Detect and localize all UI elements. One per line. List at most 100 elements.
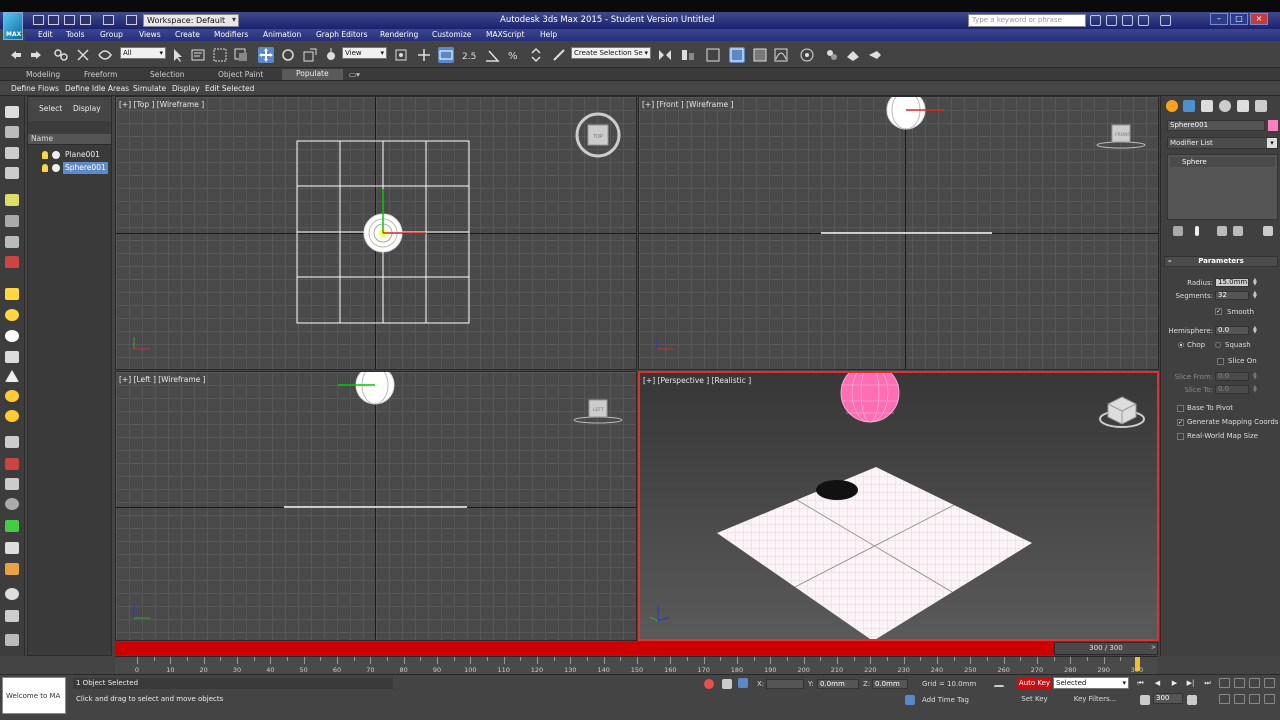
communication-icon[interactable] — [1122, 15, 1133, 26]
time-configuration-icon[interactable] — [1187, 695, 1197, 705]
unlink-icon[interactable] — [75, 47, 91, 63]
explorer-tab-select[interactable]: Select — [39, 104, 62, 113]
smooth-checkbox[interactable]: ✓ — [1215, 308, 1222, 315]
key-mode-toggle-icon[interactable] — [1140, 695, 1150, 705]
link-icon[interactable] — [53, 47, 69, 63]
hemisphere-spinner[interactable]: ▲ ▼ — [1253, 326, 1258, 335]
select-object-icon[interactable] — [170, 47, 186, 63]
visibility-icon[interactable] — [52, 151, 60, 159]
menu-tools[interactable]: Tools — [66, 30, 84, 39]
current-frame-marker[interactable] — [1135, 657, 1140, 671]
redo-icon[interactable] — [28, 47, 44, 63]
close-button[interactable]: × — [1250, 13, 1268, 25]
slice-to-field[interactable]: 0.0 — [1215, 385, 1249, 394]
project-folder-icon[interactable] — [126, 15, 137, 25]
open-file-icon[interactable] — [48, 15, 59, 25]
help-icon[interactable] — [1160, 15, 1171, 26]
list-item[interactable]: Plane001 — [28, 149, 111, 161]
motion-panel-icon[interactable] — [1219, 100, 1231, 112]
time-slider-handle[interactable]: 300 / 300 — [1054, 642, 1158, 655]
segments-field[interactable]: 32 — [1215, 291, 1249, 300]
isolate-selection-icon[interactable] — [704, 679, 714, 689]
select-and-scale-icon[interactable] — [302, 47, 318, 63]
mirror-icon[interactable] — [657, 47, 673, 63]
invert-display-icon[interactable] — [5, 167, 19, 179]
favorites-star-icon[interactable] — [1138, 15, 1149, 26]
zoom-extents-icon[interactable] — [1249, 678, 1260, 688]
define-flows-button[interactable]: Define Flows — [11, 84, 59, 93]
select-and-rotate-icon[interactable] — [280, 47, 296, 63]
add-time-tag-button[interactable]: Add Time Tag — [922, 696, 969, 704]
viewport-front[interactable]: [+] [Front ] [Wireframe ] FRONT — [638, 96, 1159, 370]
viewport-left[interactable]: [+] [Left ] [Wireframe ] LEFT — [115, 371, 637, 641]
auto-key-button[interactable]: Auto Key — [1018, 677, 1051, 689]
go-to-start-icon[interactable]: ⏮ — [1135, 679, 1146, 688]
create-panel-icon[interactable] — [1166, 100, 1178, 112]
define-idle-areas-button[interactable]: Define Idle Areas — [65, 84, 129, 93]
find-icon[interactable] — [5, 588, 19, 600]
search-input[interactable]: Type a keyword or phrase — [968, 14, 1086, 27]
list-item[interactable]: Sphere001 — [28, 162, 111, 174]
selection-filter-dropdown[interactable]: All — [120, 47, 166, 59]
menu-customize[interactable]: Customize — [432, 30, 471, 39]
menu-animation[interactable]: Animation — [263, 30, 301, 39]
display-panel-icon[interactable] — [1237, 100, 1249, 112]
time-slider[interactable]: < 300 / 300 > — [115, 642, 1158, 655]
display-button[interactable]: Display — [172, 84, 200, 93]
y-coordinate-field[interactable]: 0.0mm — [817, 679, 859, 689]
zoom-all-icon[interactable] — [1234, 678, 1245, 688]
go-to-end-icon[interactable]: ⏭ — [1202, 679, 1213, 688]
display-xrefs-icon[interactable] — [5, 351, 19, 363]
lock-cell-editing-icon[interactable] — [5, 563, 19, 575]
options-icon[interactable] — [5, 634, 19, 646]
display-helpers-icon[interactable] — [5, 288, 19, 300]
set-key-icon[interactable] — [994, 685, 1004, 695]
orbit-icon[interactable] — [1249, 694, 1260, 704]
display-hidden-icon[interactable] — [5, 458, 19, 470]
key-selection-dropdown[interactable]: Selected — [1053, 677, 1129, 689]
set-key-button[interactable]: Set Key — [1018, 693, 1051, 705]
display-children-icon[interactable] — [5, 478, 19, 490]
schematic-view-icon[interactable] — [799, 47, 815, 63]
lightbulb-icon[interactable] — [42, 151, 48, 159]
pivot-center-icon[interactable] — [393, 47, 409, 63]
select-and-place-icon[interactable] — [323, 47, 339, 63]
time-slider-next-button[interactable]: > — [1151, 644, 1156, 651]
current-frame-field[interactable]: 300 — [1153, 693, 1183, 704]
window-crossing-icon[interactable] — [233, 47, 249, 63]
display-geometry-icon[interactable] — [5, 194, 19, 206]
display-shapes-icon[interactable] — [5, 215, 19, 227]
slice-from-spinner[interactable]: ▲ ▼ — [1253, 372, 1258, 381]
visibility-icon[interactable] — [52, 164, 60, 172]
menu-group[interactable]: Group — [100, 30, 123, 39]
explorer-column-header[interactable]: Name — [28, 134, 111, 145]
display-space-warps-icon[interactable] — [5, 309, 19, 321]
absolute-mode-icon[interactable] — [738, 678, 748, 688]
display-lights-icon[interactable] — [5, 236, 19, 248]
previous-frame-icon[interactable]: ◀ — [1152, 679, 1163, 688]
track-bar[interactable]: 0 10 20 30 40 50 60 70 80 90 100 110 120 130 140 150 160… — [115, 656, 1158, 674]
select-icon[interactable] — [5, 106, 19, 118]
hierarchy-panel-icon[interactable] — [1201, 100, 1213, 112]
slice-to-spinner[interactable]: ▲ ▼ — [1253, 385, 1258, 394]
explorer-tab-display[interactable]: Display — [73, 104, 101, 113]
new-file-icon[interactable] — [33, 15, 44, 25]
maximize-button[interactable]: □ — [1230, 13, 1248, 25]
save-file-icon[interactable] — [64, 15, 75, 25]
radius-field[interactable]: 15.0mm — [1215, 278, 1249, 287]
sync-selection-icon[interactable] — [5, 542, 19, 554]
real-world-map-checkbox[interactable] — [1177, 433, 1184, 440]
lightbulb-icon[interactable] — [42, 164, 48, 172]
base-to-pivot-checkbox[interactable] — [1177, 405, 1184, 412]
layer-manager-icon[interactable] — [705, 47, 721, 63]
tab-populate[interactable]: Populate — [282, 69, 343, 80]
squash-radio[interactable] — [1215, 342, 1221, 348]
align-icon[interactable] — [680, 47, 696, 63]
menu-modifiers[interactable]: Modifiers — [214, 30, 248, 39]
undo-icon[interactable] — [80, 15, 91, 25]
parameters-rollout-header[interactable]: Parameters — [1164, 256, 1278, 267]
toggle-scene-explorer-icon[interactable] — [729, 47, 745, 63]
render-setup-icon[interactable] — [845, 47, 861, 63]
time-tag-icon[interactable] — [905, 695, 915, 705]
select-and-move-icon[interactable] — [258, 47, 274, 63]
